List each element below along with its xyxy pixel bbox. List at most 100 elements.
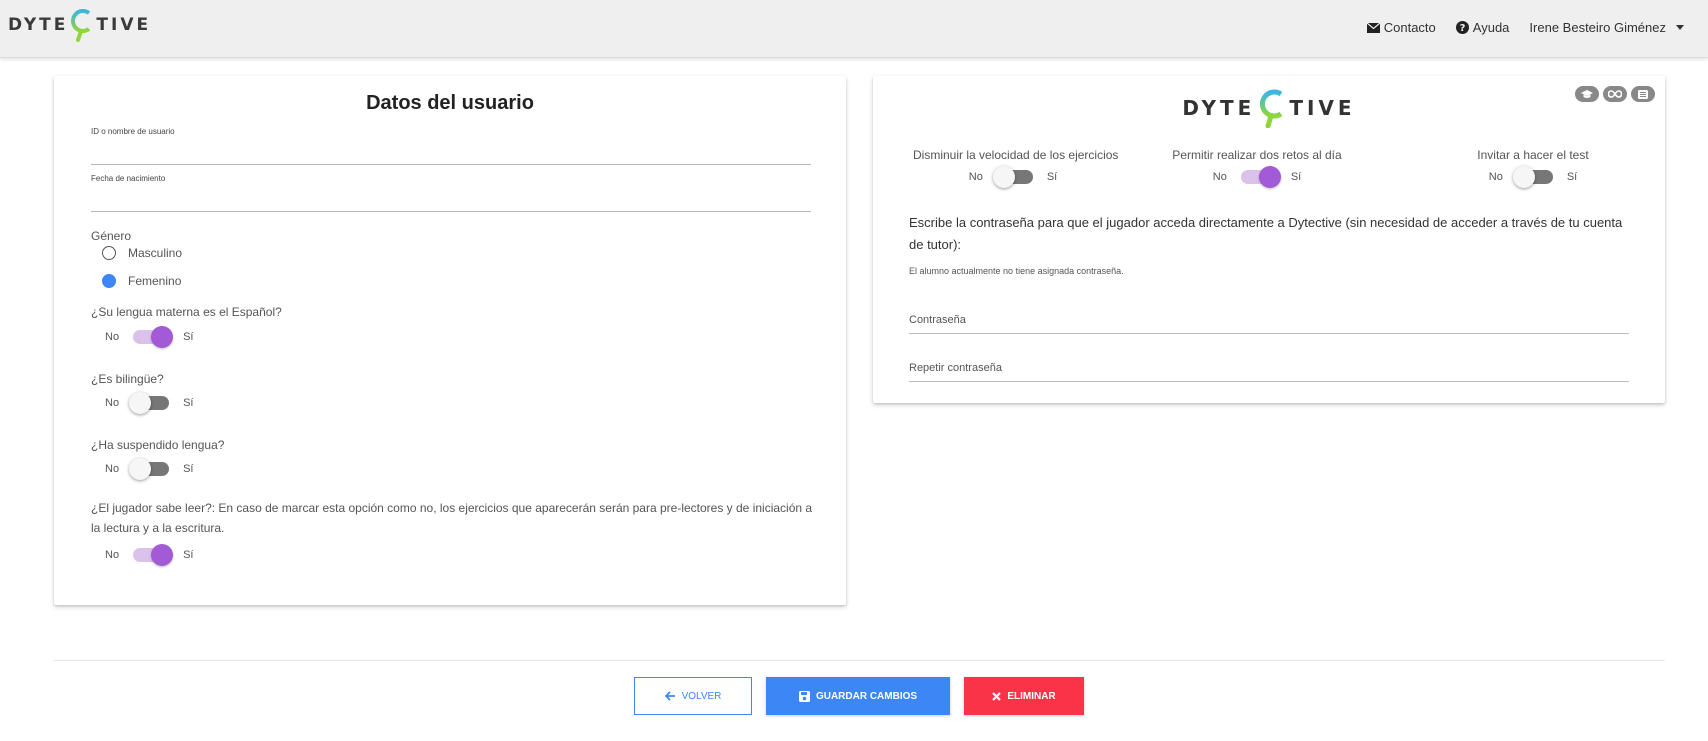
brand-logo[interactable]: DYTE TIVE bbox=[8, 8, 151, 42]
password-status-note: El alumno actualmente no tiene asignada … bbox=[909, 266, 1124, 276]
birthdate-field[interactable]: Fecha de nacimiento bbox=[91, 174, 811, 212]
repeat-password-field[interactable]: Repetir contraseña bbox=[909, 362, 1629, 384]
toggle-knob bbox=[129, 392, 152, 414]
toggle-no-label: No bbox=[968, 171, 983, 183]
setting-two-challenges-toggle[interactable] bbox=[1240, 166, 1281, 188]
radio-femenino-label: Femenino bbox=[128, 274, 182, 288]
toggle-knob bbox=[1258, 166, 1281, 188]
setting-speed-toggle[interactable] bbox=[992, 166, 1033, 188]
setting-speed-row: No Sí bbox=[913, 166, 1113, 188]
id-field-underline bbox=[91, 164, 811, 165]
toggle-yes-label: Sí bbox=[1290, 171, 1302, 183]
bilingual-question: ¿Es bilingüe? bbox=[91, 372, 164, 386]
settings-logo-suffix: TIVE bbox=[1289, 96, 1356, 120]
setting-invite-test-title: Invitar a hacer el test bbox=[1477, 148, 1589, 162]
bilingual-toggle[interactable] bbox=[129, 392, 170, 414]
reads-toggle-row: No Sí bbox=[105, 544, 194, 566]
setting-two-challenges: Permitir realizar dos retos al día No Sí bbox=[1167, 148, 1347, 188]
nav-contact[interactable]: Contacto bbox=[1366, 20, 1436, 35]
spanish-question: ¿Su lengua materna es el Español? bbox=[91, 305, 282, 319]
toggle-knob bbox=[151, 544, 174, 566]
envelope-icon bbox=[1366, 22, 1380, 33]
back-button[interactable]: VOLVER bbox=[634, 677, 752, 715]
svg-text:?: ? bbox=[1459, 23, 1465, 34]
save-button[interactable]: GUARDAR CAMBIOS bbox=[766, 677, 950, 715]
toggle-knob bbox=[992, 166, 1015, 188]
toggle-knob bbox=[151, 326, 174, 348]
toggle-yes-label: Sí bbox=[183, 463, 194, 475]
repeat-password-field-label: Repetir contraseña bbox=[909, 362, 1002, 374]
failed-language-toggle[interactable] bbox=[129, 458, 170, 480]
back-button-label: VOLVER bbox=[681, 690, 722, 702]
list-button[interactable] bbox=[1631, 86, 1655, 102]
list-icon bbox=[1638, 89, 1648, 99]
nav-help-label: Ayuda bbox=[1472, 20, 1510, 35]
repeat-password-field-underline bbox=[909, 381, 1629, 382]
nav-contact-label: Contacto bbox=[1383, 20, 1436, 35]
radio-masculino-circle[interactable] bbox=[102, 246, 116, 260]
birthdate-field-label: Fecha de nacimiento bbox=[91, 174, 166, 183]
toggle-yes-label: Sí bbox=[183, 397, 194, 409]
save-button-label: GUARDAR CAMBIOS bbox=[815, 690, 918, 702]
gender-label: Género bbox=[91, 229, 132, 243]
setting-speed-title: Disminuir la velocidad de los ejercicios bbox=[913, 148, 1119, 162]
toggle-no-label: No bbox=[1212, 171, 1227, 183]
floppy-disk-icon bbox=[798, 690, 810, 702]
delete-button-label: ELIMINAR bbox=[1007, 690, 1056, 702]
magnifier-c-icon bbox=[1260, 89, 1283, 128]
setting-invite-test-toggle[interactable] bbox=[1512, 166, 1553, 188]
failed-language-toggle-row: No Sí bbox=[105, 458, 194, 480]
radio-masculino-label: Masculino bbox=[128, 246, 183, 260]
failed-language-question: ¿Ha suspendido lengua? bbox=[91, 438, 225, 452]
caret-down-icon bbox=[1676, 25, 1684, 30]
toggle-yes-label: Sí bbox=[183, 549, 194, 561]
password-description: Escribe la contraseña para que el jugado… bbox=[909, 215, 1623, 252]
user-data-title: Datos del usuario bbox=[366, 92, 534, 114]
setting-invite-test: Invitar a hacer el test No Sí bbox=[1453, 148, 1613, 188]
radio-masculino[interactable]: Masculino bbox=[102, 246, 182, 260]
settings-logo: DYTE TIVE bbox=[873, 88, 1665, 128]
toggle-yes-label: Sí bbox=[1566, 171, 1578, 183]
setting-two-challenges-title: Permitir realizar dos retos al día bbox=[1172, 148, 1342, 162]
nav-user-menu[interactable]: Irene Besteiro Giménez bbox=[1529, 20, 1684, 35]
toggle-yes-label: Sí bbox=[183, 331, 194, 343]
toggle-knob bbox=[129, 458, 152, 480]
spanish-toggle[interactable] bbox=[133, 326, 174, 348]
footer-divider bbox=[54, 660, 1665, 661]
brand-prefix: DYTE bbox=[8, 15, 69, 35]
toggle-knob bbox=[1512, 166, 1535, 188]
password-field[interactable]: Contraseña bbox=[909, 314, 1629, 336]
bilingual-toggle-row: No Sí bbox=[105, 392, 194, 414]
magnifier-c-icon bbox=[71, 9, 91, 42]
birthdate-field-underline bbox=[91, 211, 811, 212]
delete-button[interactable]: ELIMINAR bbox=[964, 677, 1084, 715]
id-field-label: ID o nombre de usuario bbox=[91, 127, 175, 136]
toggle-no-label: No bbox=[105, 331, 120, 343]
toggle-no-label: No bbox=[105, 549, 120, 561]
radio-femenino[interactable]: Femenino bbox=[102, 274, 181, 288]
password-field-underline bbox=[909, 333, 1629, 334]
user-data-card: Datos del usuario ID o nombre de usuario… bbox=[54, 76, 846, 605]
toggle-no-label: No bbox=[1488, 171, 1503, 183]
id-field[interactable]: ID o nombre de usuario bbox=[91, 127, 811, 165]
spanish-toggle-row: No Sí bbox=[105, 326, 194, 348]
arrow-left-icon bbox=[664, 691, 675, 701]
graduation-cap-icon bbox=[1581, 89, 1593, 98]
setting-invite-test-row: No Sí bbox=[1453, 166, 1613, 188]
times-icon bbox=[992, 691, 1002, 701]
nav-right: Contacto ? Ayuda Irene Besteiro Giménez bbox=[1366, 20, 1684, 35]
infinity-button[interactable] bbox=[1603, 86, 1627, 102]
nav-user-label: Irene Besteiro Giménez bbox=[1529, 20, 1666, 35]
radio-femenino-circle[interactable] bbox=[102, 274, 116, 288]
icon-button-group bbox=[1575, 86, 1655, 102]
graduation-cap-button[interactable] bbox=[1575, 86, 1599, 102]
brand-suffix: TIVE bbox=[96, 15, 152, 35]
nav-help[interactable]: ? Ayuda bbox=[1455, 20, 1510, 35]
settings-logo-prefix: DYTE bbox=[1182, 96, 1256, 120]
setting-two-challenges-row: No Sí bbox=[1167, 166, 1347, 188]
toggle-no-label: No bbox=[105, 397, 120, 409]
reads-toggle[interactable] bbox=[133, 544, 174, 566]
toggle-no-label: No bbox=[105, 463, 120, 475]
setting-speed: Disminuir la velocidad de los ejercicios… bbox=[913, 148, 1119, 188]
infinity-icon bbox=[1608, 90, 1622, 98]
